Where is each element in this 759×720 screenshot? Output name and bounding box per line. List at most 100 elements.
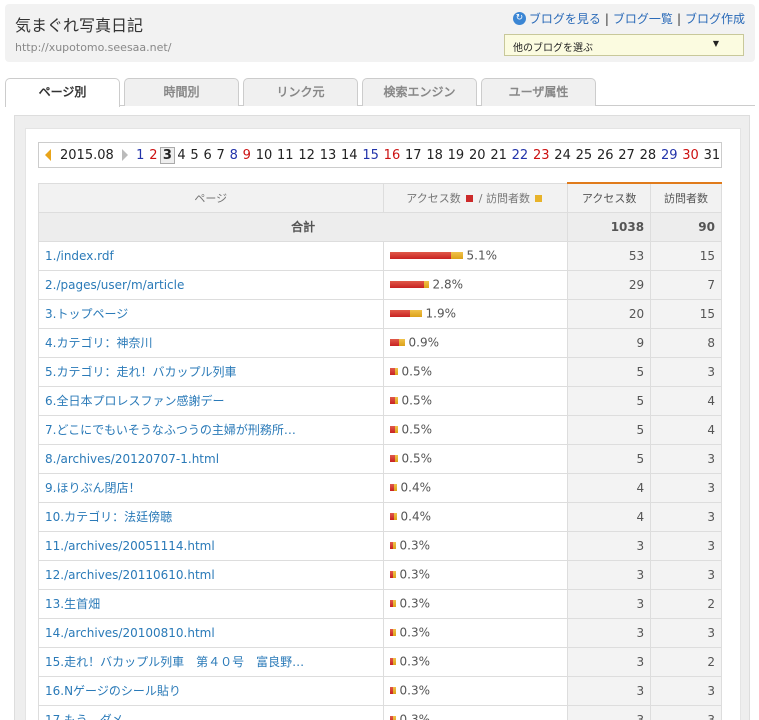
page-link[interactable]: 15.走れ！バカップル列車 第４０号 富良野… [38,646,384,677]
total-visitors: 90 [650,211,722,242]
blog-title[interactable]: 気まぐれ写真日記 [15,12,143,36]
tab-user-attributes[interactable]: ユーザ属性 [481,78,596,106]
access-swatch [466,195,474,202]
page-link[interactable]: 9.ほりぶん閉店！ [38,472,384,503]
day-21[interactable]: 21 [488,148,509,163]
arrow-circle-icon[interactable]: ↻ [512,12,526,25]
visitor-count: 3 [650,559,722,590]
day-17[interactable]: 17 [403,148,424,163]
total-access: 1038 [567,211,652,242]
col-visitors-header[interactable]: 訪問者数 [650,182,722,213]
access-percent: 0.3% [399,683,431,698]
day-19[interactable]: 19 [445,148,466,163]
visitor-bar [392,600,396,608]
page-link[interactable]: 2./pages/user/m/article [38,269,384,300]
col-bar-header: アクセス数 / 訪問者数 [382,182,569,213]
visitor-bar [398,339,405,347]
table-row: 1./index.rdf 5.1% 53 15 [38,240,722,271]
day-1[interactable]: 1 [134,148,147,163]
page-link[interactable]: 8./archives/20120707-1.html [38,443,384,474]
day-31[interactable]: 31 [701,148,722,163]
day-5[interactable]: 5 [188,148,201,163]
day-6[interactable]: 6 [201,148,214,163]
ratio-bar-cell: 2.8% [382,269,569,300]
page-link[interactable]: 13.生首畑 [38,588,384,619]
tab-search-engine[interactable]: 検索エンジン [362,78,477,106]
access-count: 9 [567,327,652,358]
day-15[interactable]: 15 [360,148,381,163]
page-link[interactable]: 4.カテゴリ：神奈川 [38,327,384,358]
day-29[interactable]: 29 [659,148,680,163]
tab-referrer[interactable]: リンク元 [243,78,358,106]
next-month-icon[interactable] [121,149,128,161]
page-link[interactable]: 16.Nゲージのシール貼り [38,675,384,706]
day-24[interactable]: 24 [552,148,573,163]
ratio-bar-cell: 0.5% [382,443,569,474]
page-link[interactable]: 6.全日本プロレスファン感謝デー [38,385,384,416]
day-27[interactable]: 27 [616,148,637,163]
col-access-header[interactable]: アクセス数 [567,182,652,213]
table-row: 15.走れ！バカップル列車 第４０号 富良野… 0.3% 3 2 [38,646,722,677]
ratio-bar-cell: 0.5% [382,356,569,387]
day-13[interactable]: 13 [317,148,338,163]
prev-month-icon[interactable] [45,149,51,161]
page-link[interactable]: 3.トップページ [38,298,384,329]
table-row: 8./archives/20120707-1.html 0.5% 5 3 [38,443,722,474]
page-link[interactable]: 7.どこにでもいそうなふつうの主婦が刑務所… [38,414,384,445]
col-page-header[interactable]: ページ [38,182,384,213]
page-link[interactable]: 17.もう、ダメ [38,704,384,720]
create-blog-link[interactable]: ブログ作成 [685,10,745,27]
table-row: 6.全日本プロレスファン感謝デー 0.5% 5 4 [38,385,722,416]
day-11[interactable]: 11 [275,148,296,163]
visitor-bar [393,513,397,521]
tab-by-page[interactable]: ページ別 [5,78,120,107]
page-link[interactable]: 5.カテゴリ：走れ！バカップル列車 [38,356,384,387]
access-count: 4 [567,472,652,503]
ratio-bar-cell: 1.9% [382,298,569,329]
day-26[interactable]: 26 [595,148,616,163]
day-16[interactable]: 16 [381,148,402,163]
day-14[interactable]: 14 [339,148,360,163]
day-18[interactable]: 18 [424,148,445,163]
access-percent: 0.5% [401,422,433,437]
day-22[interactable]: 22 [509,148,530,163]
table-header-row: ページ アクセス数 / 訪問者数 アクセス数 訪問者数 [38,182,722,213]
ratio-bar-cell: 0.3% [382,530,569,561]
total-row: 合計 1038 90 [37,211,722,242]
day-3[interactable]: 3 [159,146,175,164]
page-link[interactable]: 14./archives/20100810.html [38,617,384,648]
other-blog-select[interactable]: 他のブログを選ぶ ▼ [504,34,744,56]
day-8[interactable]: 8 [227,148,240,163]
blog-url[interactable]: http://xupotomo.seesaa.net/ [15,41,171,54]
access-percent: 0.3% [399,538,431,553]
current-month: 2015.08 [60,147,114,163]
tab-by-time[interactable]: 時間別 [124,78,239,106]
col-bar-visitors-label: 訪問者数 [485,191,530,205]
day-2[interactable]: 2 [147,148,160,163]
day-20[interactable]: 20 [467,148,488,163]
day-list: 1 2 3 4 5 6 7 8 9 10 11 12 13 14 15 16 17 18 19 20 21 22 23 24 2… [134,146,723,164]
page-link[interactable]: 11./archives/20051114.html [38,530,384,561]
day-7[interactable]: 7 [214,148,227,163]
view-blog-link[interactable]: ブログを見る [529,10,601,27]
page-link[interactable]: 12./archives/20110610.html [38,559,384,590]
access-percent: 0.3% [399,712,431,720]
day-23[interactable]: 23 [531,148,552,163]
day-10[interactable]: 10 [253,148,274,163]
access-count: 3 [567,588,652,619]
ratio-bar-cell: 0.3% [382,588,569,619]
day-selector: 2015.08 1 2 3 4 5 6 7 8 9 10 11 12 13 14 15 16 17 18 19 20 2… [38,142,722,168]
day-30[interactable]: 30 [680,148,701,163]
blog-list-link[interactable]: ブログ一覧 [613,10,673,27]
day-12[interactable]: 12 [296,148,317,163]
visitor-count: 4 [650,414,722,445]
day-28[interactable]: 28 [637,148,658,163]
table-row: 9.ほりぶん閉店！ 0.4% 4 3 [38,472,722,503]
access-bar [389,252,451,260]
visitor-bar [392,571,396,579]
day-9[interactable]: 9 [240,148,253,163]
page-link[interactable]: 1./index.rdf [38,240,384,271]
day-4[interactable]: 4 [175,148,188,163]
day-25[interactable]: 25 [573,148,594,163]
page-link[interactable]: 10.カテゴリ：法廷傍聴 [38,501,384,532]
